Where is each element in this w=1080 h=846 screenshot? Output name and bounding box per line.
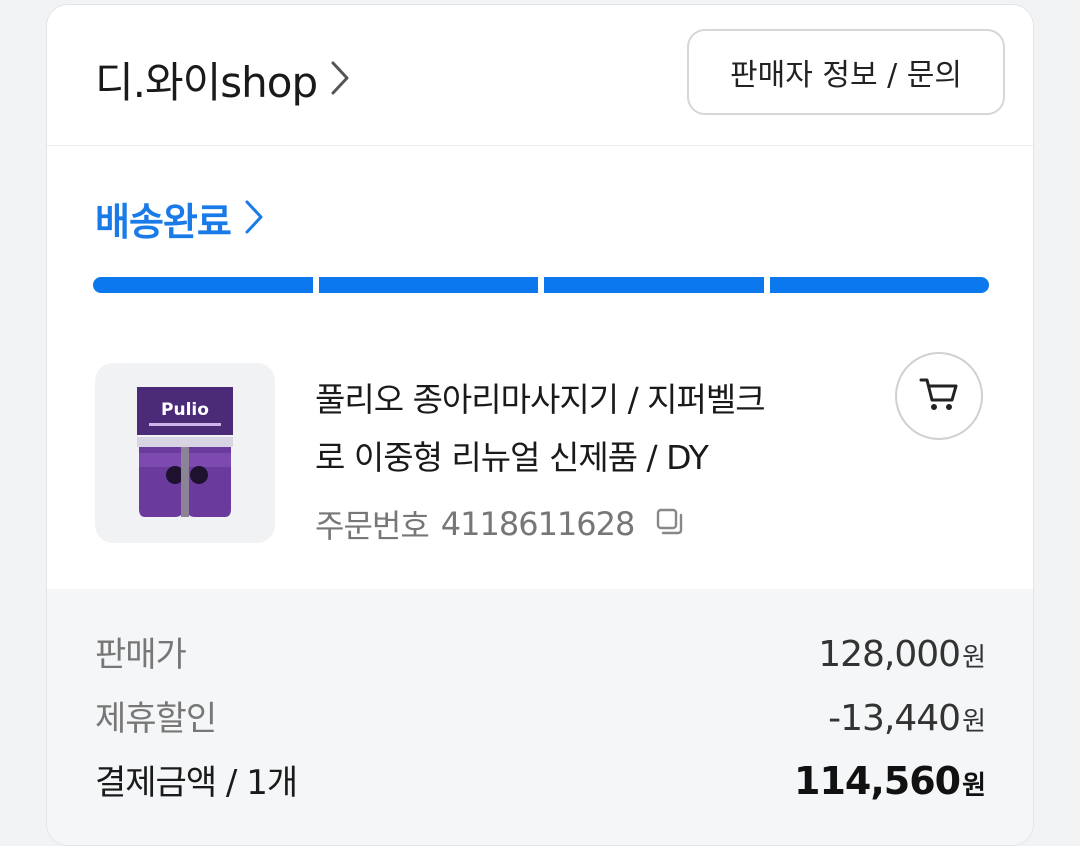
price-value: 114,560원 xyxy=(794,759,986,803)
delivery-status: 배송완료 xyxy=(95,200,232,244)
price-value: -13,440원 xyxy=(828,698,986,739)
product-thumbnail[interactable]: Pulio xyxy=(95,363,275,543)
order-card: 디.와이shop 판매자 정보 / 문의 배송완료 Pulio 풀리오 종아리마… xyxy=(46,4,1034,846)
product-brand-text: Pulio xyxy=(161,400,209,420)
order-number-label: 주문번호 xyxy=(315,507,430,545)
order-number: 4118611628 xyxy=(440,505,636,543)
price-label: 결제금액 / 1개 xyxy=(95,763,298,803)
shop-link[interactable]: 디.와이shop xyxy=(95,49,351,110)
copy-icon[interactable] xyxy=(654,507,684,541)
progress-segment xyxy=(769,277,989,293)
product-image: Pulio xyxy=(137,387,233,517)
chevron-right-icon xyxy=(243,198,265,240)
chevron-right-icon xyxy=(329,59,351,101)
delivery-progress-bar xyxy=(93,277,989,293)
product-name-line: 로 이중형 리뉴얼 신제품 / DY xyxy=(315,438,709,477)
order-number-row: 주문번호 4118611628 xyxy=(315,501,684,547)
progress-segment xyxy=(318,277,538,293)
add-to-cart-button[interactable] xyxy=(895,352,983,440)
price-row-total: 결제금액 / 1개 114,560원 xyxy=(95,755,986,804)
payment-summary: 판매가 128,000원 제휴할인 -13,440원 결제금액 / 1개 114… xyxy=(47,589,1033,845)
product-name[interactable]: 풀리오 종아리마사지기 / 지퍼벨크 로 이중형 리뉴얼 신제품 / DY xyxy=(315,371,875,487)
progress-segment xyxy=(93,277,313,293)
order-header: 디.와이shop 판매자 정보 / 문의 xyxy=(47,5,1033,146)
product-name-line: 풀리오 종아리마사지기 / 지퍼벨크 xyxy=(315,380,766,419)
price-label: 판매가 xyxy=(95,635,187,675)
progress-segment xyxy=(544,277,764,293)
price-row-sale-price: 판매가 128,000원 xyxy=(95,627,986,676)
shop-name: 디.와이shop xyxy=(95,58,318,107)
price-value: 128,000원 xyxy=(818,634,986,675)
delivery-status-link[interactable]: 배송완료 xyxy=(95,191,265,246)
price-row-discount: 제휴할인 -13,440원 xyxy=(95,691,986,740)
cart-icon xyxy=(917,372,961,420)
seller-info-button[interactable]: 판매자 정보 / 문의 xyxy=(687,29,1005,115)
price-label: 제휴할인 xyxy=(95,699,217,739)
